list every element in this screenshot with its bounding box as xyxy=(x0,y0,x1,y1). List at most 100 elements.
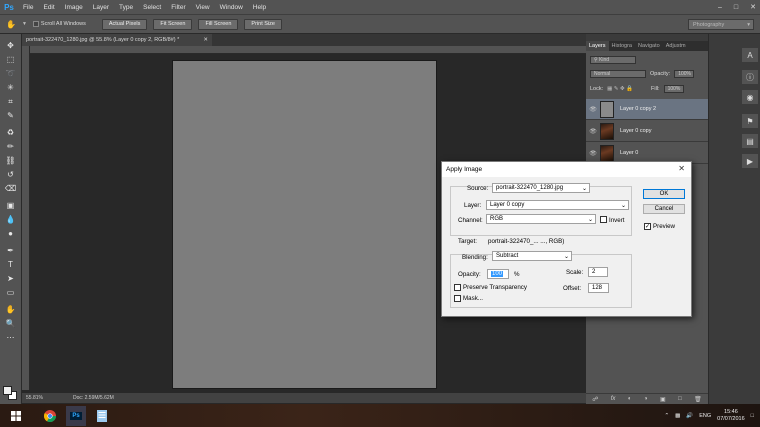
close-tab-icon[interactable]: ✕ xyxy=(203,37,208,43)
edit-toolbar-icon[interactable]: ⋯ xyxy=(3,332,18,343)
tab-adjustments[interactable]: Adjustm xyxy=(663,43,689,49)
blend-mode-select[interactable]: Normal xyxy=(590,70,646,78)
fx-icon[interactable]: fx xyxy=(611,396,616,402)
dodge-tool-icon[interactable]: ● xyxy=(3,228,18,239)
marquee-tool-icon[interactable]: ⬚ xyxy=(3,54,18,65)
link-icon[interactable]: ☍ xyxy=(592,396,598,403)
cancel-button[interactable]: Cancel xyxy=(643,204,685,214)
offset-input[interactable]: 128 xyxy=(588,283,609,293)
foreground-color-swatch[interactable] xyxy=(3,386,12,395)
minimize-icon[interactable]: – xyxy=(718,4,722,11)
dialog-title-bar[interactable]: Apply Image xyxy=(442,162,691,177)
hand-tool-icon[interactable]: ✋ xyxy=(3,304,18,315)
document-tab[interactable]: portrait-322470_1280.jpg @ 55.8% (Layer … xyxy=(22,34,212,46)
layer-row-layer-0-copy[interactable]: 👁 Layer 0 copy xyxy=(586,121,708,142)
menu-image[interactable]: Image xyxy=(60,4,88,11)
folder-icon[interactable]: ▣ xyxy=(660,396,666,403)
menu-file[interactable]: File xyxy=(18,4,38,11)
eyedropper-tool-icon[interactable]: ✎ xyxy=(3,110,18,121)
maximize-icon[interactable]: □ xyxy=(734,4,738,11)
layer-kind-filter[interactable]: ⚲ Kind xyxy=(590,56,636,64)
workspace-select[interactable]: Photography ▾ xyxy=(688,19,754,30)
menu-edit[interactable]: Edit xyxy=(38,4,59,11)
type-tool-icon[interactable]: T xyxy=(3,259,18,270)
adjustments-icon[interactable]: ◉ xyxy=(742,90,758,104)
zoom-level[interactable]: 55.81% xyxy=(26,395,43,401)
play-icon[interactable]: ▶ xyxy=(742,154,758,168)
menu-window[interactable]: Window xyxy=(215,4,248,11)
move-tool-icon[interactable]: ✥ xyxy=(3,40,18,51)
pen-tool-icon[interactable]: ✒ xyxy=(3,245,18,256)
character-icon[interactable]: A xyxy=(742,48,758,62)
menu-layer[interactable]: Layer xyxy=(88,4,114,11)
tool-preset-chevron-icon[interactable]: ▼ xyxy=(22,21,27,27)
shape-tool-icon[interactable]: ▭ xyxy=(3,287,18,298)
scroll-all-windows-checkbox[interactable]: Scroll All Windows xyxy=(32,21,86,27)
chrome-icon[interactable] xyxy=(40,406,60,426)
tab-layers[interactable]: Layers xyxy=(586,41,609,51)
preserve-transparency-checkbox[interactable] xyxy=(454,284,461,291)
close-icon[interactable]: ✕ xyxy=(750,3,756,11)
brush-tool-icon[interactable]: ✏ xyxy=(3,141,18,152)
opacity-input[interactable]: 100 xyxy=(487,269,509,279)
mask-icon[interactable]: ◐ xyxy=(628,396,632,402)
photoshop-taskbar-icon[interactable]: Ps xyxy=(66,405,86,426)
quick-select-tool-icon[interactable]: ✳ xyxy=(3,82,18,93)
eraser-tool-icon[interactable]: ⌫ xyxy=(3,183,18,194)
tab-histogram[interactable]: Histogra xyxy=(609,43,635,49)
menu-filter[interactable]: Filter xyxy=(166,4,190,11)
trash-icon[interactable]: 🗑 xyxy=(694,396,702,403)
scale-input[interactable]: 2 xyxy=(588,267,608,277)
chevron-up-icon[interactable]: ⌃ xyxy=(665,413,670,419)
fill-screen-button[interactable]: Fill Screen xyxy=(198,18,239,30)
new-layer-icon[interactable]: □ xyxy=(678,396,682,402)
windows-start-icon[interactable] xyxy=(6,406,26,426)
brush-presets-icon[interactable]: ⚑ xyxy=(742,114,758,128)
layer-select[interactable]: Layer 0 copy ⌄ xyxy=(486,200,629,210)
adjustment-icon[interactable]: ◑ xyxy=(644,396,648,402)
print-size-button[interactable]: Print Size xyxy=(244,18,282,30)
language-indicator[interactable]: ENG xyxy=(699,413,711,419)
tab-navigator[interactable]: Navigato xyxy=(635,43,663,49)
visibility-eye-icon[interactable]: 👁 xyxy=(586,128,600,135)
comment-icon[interactable]: ▤ xyxy=(742,134,758,148)
zoom-tool-icon[interactable]: 🔍 xyxy=(3,318,18,329)
lock-icons[interactable]: ▦ ✎ ✥ 🔒 xyxy=(607,86,633,92)
source-select[interactable]: portrait-322470_1280.jpg ⌄ xyxy=(492,183,590,193)
history-brush-tool-icon[interactable]: ↺ xyxy=(3,169,18,180)
close-icon[interactable]: ✕ xyxy=(678,164,685,173)
file-explorer-icon[interactable] xyxy=(92,406,112,426)
blending-select[interactable]: Subtract ⌄ xyxy=(492,251,572,261)
opacity-input[interactable]: 100% xyxy=(674,70,695,78)
layer-row-layer-0-copy-2[interactable]: 👁 Layer 0 copy 2 xyxy=(586,99,708,120)
crop-tool-icon[interactable]: ⌗ xyxy=(3,96,18,107)
menu-type[interactable]: Type xyxy=(114,4,138,11)
menu-help[interactable]: Help xyxy=(248,4,271,11)
path-selection-tool-icon[interactable]: ➤ xyxy=(3,273,18,284)
lasso-tool-icon[interactable]: ➰ xyxy=(3,68,18,79)
channel-select[interactable]: RGB ⌄ xyxy=(486,214,596,224)
invert-checkbox[interactable] xyxy=(600,216,607,223)
blur-tool-icon[interactable]: 💧 xyxy=(3,214,18,225)
clone-stamp-tool-icon[interactable]: ⛓ xyxy=(3,155,18,166)
fit-screen-button[interactable]: Fit Screen xyxy=(153,18,193,30)
notifications-icon[interactable]: □ xyxy=(751,413,754,419)
gradient-tool-icon[interactable]: ▣ xyxy=(3,200,18,211)
fill-input[interactable]: 100% xyxy=(663,85,684,93)
preview-checkbox[interactable]: ✓ xyxy=(644,223,651,230)
visibility-eye-icon[interactable]: 👁 xyxy=(586,150,600,157)
checkbox-box[interactable] xyxy=(32,21,39,27)
image-canvas[interactable] xyxy=(172,60,437,389)
ok-button[interactable]: OK xyxy=(643,189,685,199)
mask-checkbox[interactable] xyxy=(454,295,461,302)
menu-view[interactable]: View xyxy=(191,4,215,11)
healing-brush-tool-icon[interactable]: ♻ xyxy=(3,127,18,138)
visibility-eye-icon[interactable]: 👁 xyxy=(586,106,600,113)
actual-pixels-button[interactable]: Actual Pixels xyxy=(101,18,148,30)
hand-tool-icon[interactable]: ✋ xyxy=(6,20,16,29)
menu-select[interactable]: Select xyxy=(138,4,166,11)
network-icon[interactable]: ▩ xyxy=(675,413,680,419)
info-icon[interactable]: ⓘ xyxy=(742,70,758,84)
volume-icon[interactable]: 🔊 xyxy=(686,413,693,419)
clock[interactable]: 15:46 07/07/2016 xyxy=(717,409,745,423)
